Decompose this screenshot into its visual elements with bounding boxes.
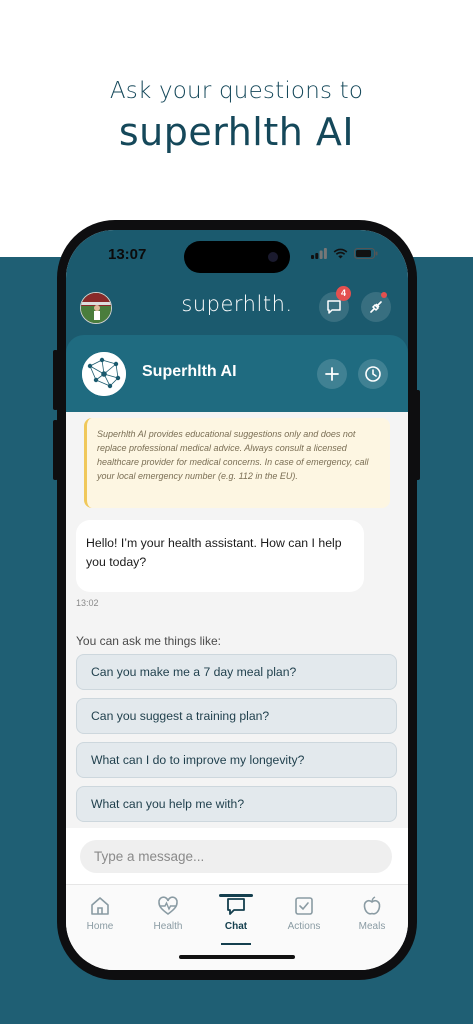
tab-actions[interactable]: Actions bbox=[272, 895, 336, 932]
chat-icon bbox=[227, 898, 245, 915]
marketing-headline: Ask your questions to superhlth AI bbox=[0, 78, 473, 154]
medical-disclaimer: Superhlth AI provides educational sugges… bbox=[84, 418, 390, 508]
suggestion-chip[interactable]: What can I do to improve my longevity? bbox=[76, 742, 397, 778]
heart-pulse-icon bbox=[158, 896, 178, 915]
status-time: 13:07 bbox=[108, 246, 147, 263]
apple-icon bbox=[363, 896, 381, 915]
suggestion-chip[interactable]: Can you make me a 7 day meal plan? bbox=[76, 654, 397, 690]
suggestion-chip[interactable]: Can you suggest a training plan? bbox=[76, 698, 397, 734]
checkbox-icon bbox=[295, 897, 313, 915]
home-indicator bbox=[179, 955, 295, 959]
message-timestamp: 13:02 bbox=[76, 598, 99, 608]
headline-title: superhlth AI bbox=[118, 110, 355, 154]
message-input[interactable] bbox=[80, 840, 392, 873]
camera-icon bbox=[268, 252, 278, 262]
tab-actions-label: Actions bbox=[287, 921, 321, 932]
tab-health[interactable]: Health bbox=[136, 895, 200, 932]
suggestion-chip[interactable]: What can you help me with? bbox=[76, 786, 397, 822]
message-composer bbox=[66, 828, 408, 884]
tab-meals[interactable]: Meals bbox=[340, 895, 404, 932]
ai-name: Superhlth AI bbox=[142, 363, 237, 380]
plug-icon bbox=[370, 301, 382, 313]
tab-chat[interactable]: Chat bbox=[204, 894, 268, 945]
active-tab-underline bbox=[221, 943, 251, 945]
chat-messages[interactable]: Superhlth AI provides educational sugges… bbox=[66, 412, 408, 828]
messages-button[interactable]: 4 bbox=[319, 286, 351, 322]
history-button[interactable] bbox=[358, 359, 388, 389]
connect-notification-dot bbox=[381, 292, 387, 298]
tab-chat-label: Chat bbox=[224, 921, 248, 932]
plus-icon bbox=[325, 367, 339, 381]
wifi-icon bbox=[333, 248, 348, 259]
ai-avatar bbox=[82, 352, 126, 396]
tab-home[interactable]: Home bbox=[68, 895, 132, 932]
user-avatar[interactable] bbox=[80, 292, 112, 324]
network-icon bbox=[82, 352, 126, 396]
status-icons bbox=[311, 248, 378, 259]
message-icon bbox=[327, 300, 341, 314]
headline-subtitle: Ask your questions to bbox=[109, 78, 364, 104]
dynamic-island bbox=[184, 241, 290, 273]
battery-icon bbox=[354, 248, 378, 259]
messages-badge: 4 bbox=[336, 286, 351, 301]
app-logo: superhlth. bbox=[181, 292, 293, 316]
connect-button[interactable] bbox=[361, 292, 391, 322]
signal-icon bbox=[311, 248, 327, 259]
assistant-message: Hello! I’m your health assistant. How ca… bbox=[76, 520, 364, 592]
phone-screen: 13:07 superhlth. 4 Superhlth AI Superhlt… bbox=[66, 230, 408, 970]
home-icon bbox=[91, 897, 109, 915]
clock-icon bbox=[365, 366, 381, 382]
chat-header: Superhlth AI bbox=[66, 335, 408, 412]
suggestions-title: You can ask me things like: bbox=[76, 634, 221, 648]
tab-meals-label: Meals bbox=[358, 921, 386, 932]
tab-home-label: Home bbox=[86, 921, 114, 932]
tab-health-label: Health bbox=[153, 921, 183, 932]
new-chat-button[interactable] bbox=[317, 359, 347, 389]
active-tab-indicator bbox=[219, 894, 253, 897]
bottom-tab-bar: Home Health Chat Actions Meals bbox=[66, 884, 408, 970]
